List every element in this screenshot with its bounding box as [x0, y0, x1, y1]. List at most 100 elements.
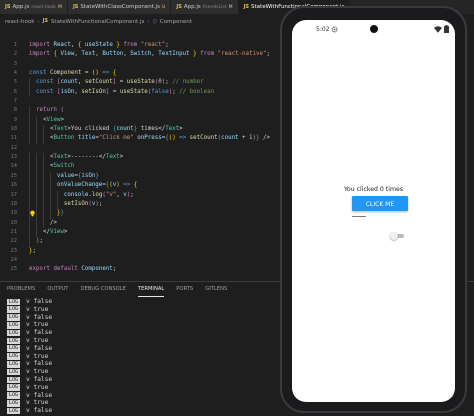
code-text: );	[35, 238, 43, 245]
log-message: v true	[26, 321, 49, 329]
code-text: setIsOn(v);	[63, 200, 103, 207]
switch-thumb	[390, 232, 398, 240]
log-level-badge: LOG	[7, 407, 21, 415]
line-number: 4	[13, 70, 17, 77]
log-message: v false	[26, 313, 53, 321]
code-text: <Button title="Click me" onPress={() => …	[49, 135, 271, 142]
log-level-badge: LOG	[7, 298, 21, 306]
status-time: 5:02	[316, 26, 330, 33]
code-text: const [isOn, setIsOn] = useState(false);…	[35, 88, 215, 95]
log-level-badge: LOG	[7, 392, 21, 399]
log-level-badge: LOG	[7, 321, 21, 329]
editor-tab-app-friends-list[interactable]: JS App.js friendsList M	[171, 0, 239, 14]
code-text: </View>	[42, 228, 68, 235]
line-number: 14	[10, 163, 18, 170]
separator-text	[352, 216, 366, 217]
code-line: 12	[0, 144, 285, 153]
code-line: 1 import React, { useState } from "react"…	[0, 41, 285, 50]
code-line: 22 );	[0, 237, 285, 247]
code-text: import { View, Text, Button, Switch, Tex…	[29, 51, 270, 58]
code-line: 24	[0, 256, 285, 265]
battery-icon	[444, 25, 449, 33]
log-level-badge: LOG	[7, 337, 21, 345]
log-level-badge: LOG	[7, 384, 21, 391]
tab-ports[interactable]: PORTS	[176, 282, 193, 297]
status-bar: 5:02	[292, 20, 455, 40]
code-line: 6 const [isOn, setIsOn] = useState(false…	[0, 87, 285, 98]
code-editor[interactable]: 1 import React, { useState } from "react"…	[0, 41, 285, 275]
gear-icon	[331, 26, 338, 33]
click-me-button[interactable]: CLICK ME	[352, 196, 408, 211]
code-text: }}	[56, 210, 64, 217]
breadcrumb-file[interactable]: StateWithFunctionalComponent.js	[51, 19, 144, 25]
code-text: console.log("v", v);	[63, 191, 134, 198]
tab-label: App.js	[12, 4, 30, 10]
line-number: 1	[13, 42, 17, 48]
code-line: 16 onValueChange={(v) => {	[0, 181, 285, 191]
code-line: 11 <Button title="Click me" onPress={() …	[0, 134, 285, 144]
line-number: 23	[10, 247, 18, 254]
editor-tab-class-component[interactable]: JS StateWithClassComponent.js U	[67, 0, 172, 14]
code-line: 5 const [count, setCount] = useState(0);…	[0, 78, 285, 88]
tab-terminal[interactable]: TERMINAL	[137, 282, 165, 297]
log-level-badge: LOG	[7, 314, 21, 321]
code-line: 25 export default Component;	[0, 265, 285, 274]
log-row: LOG v false	[7, 360, 52, 368]
editor-tab-app-react-hook[interactable]: JS App.js react-hook M	[0, 0, 68, 14]
tab-problems[interactable]: PROBLEMS	[7, 282, 35, 297]
line-number: 11	[10, 135, 18, 142]
log-row: LOG v true	[7, 399, 52, 407]
log-row: LOG v true	[7, 353, 52, 361]
tab-gitlens[interactable]: GITLENS	[205, 282, 227, 297]
wifi-icon	[434, 26, 442, 33]
log-level-badge: LOG	[7, 329, 21, 337]
line-number: 20	[10, 219, 18, 226]
log-message: v false	[26, 360, 53, 368]
log-message: v true	[26, 336, 49, 344]
log-row: LOG v false	[7, 314, 52, 322]
line-number: 3	[13, 60, 17, 67]
line-number: 19	[10, 210, 18, 217]
tab-label: StateWithClassComponent.js	[80, 4, 160, 10]
tab-git-status: M	[57, 4, 62, 10]
log-message: v false	[26, 298, 53, 305]
terminal-output[interactable]: LOG v false LOG v true LOG v false LOG v true LO…	[7, 298, 52, 415]
breadcrumb-folder[interactable]: react-hook	[5, 19, 34, 25]
log-level-badge: LOG	[7, 345, 21, 352]
log-row: LOG v true	[7, 384, 52, 392]
line-number: 22	[10, 238, 18, 245]
toggle-switch[interactable]	[390, 232, 405, 240]
tab-debug-console[interactable]: DEBUG CONSOLE	[80, 282, 125, 297]
breadcrumb-symbol[interactable]: Component	[160, 19, 192, 25]
log-level-badge: LOG	[7, 306, 21, 313]
chevron-right-icon: ›	[37, 18, 40, 25]
function-symbol-icon: ⬡	[152, 18, 157, 25]
tab-output[interactable]: OUTPUT	[47, 282, 68, 297]
code-text: <Text>--------</Text>	[49, 154, 124, 161]
code-line: 8 return (	[0, 106, 285, 116]
js-file-icon: JS	[5, 4, 11, 10]
log-row: LOG v false	[7, 376, 52, 384]
line-number: 6	[13, 88, 17, 95]
code-line: 13 <Text>--------</Text>	[0, 153, 285, 163]
js-file-icon: JS	[176, 4, 182, 10]
code-line: 9 <View>	[0, 115, 285, 126]
line-number: 2	[13, 51, 17, 58]
code-line: 10 <Text>You clicked {count} times</Text…	[0, 125, 285, 135]
log-message: v false	[26, 329, 53, 337]
line-number: 13	[10, 154, 18, 161]
line-number: 15	[10, 172, 18, 179]
breadcrumb: react-hook › JS StateWithFunctionalCompo…	[5, 17, 192, 26]
code-text: />	[49, 219, 57, 226]
tab-folder: friendsList	[202, 4, 227, 10]
code-line: 4 const Component = () => {	[0, 69, 285, 78]
code-line: 21 </View>	[0, 227, 285, 238]
phone-screen: 5:02 You clicked 0 times CLICK ME	[292, 20, 455, 402]
code-text: };	[29, 247, 36, 254]
log-message: v false	[26, 344, 53, 352]
log-message: v true	[26, 383, 49, 391]
code-text: const [count, setCount] = useState(0); /…	[35, 79, 204, 86]
line-number: 12	[10, 144, 18, 151]
log-message: v false	[26, 375, 53, 383]
code-line: 19 }}	[0, 209, 285, 219]
